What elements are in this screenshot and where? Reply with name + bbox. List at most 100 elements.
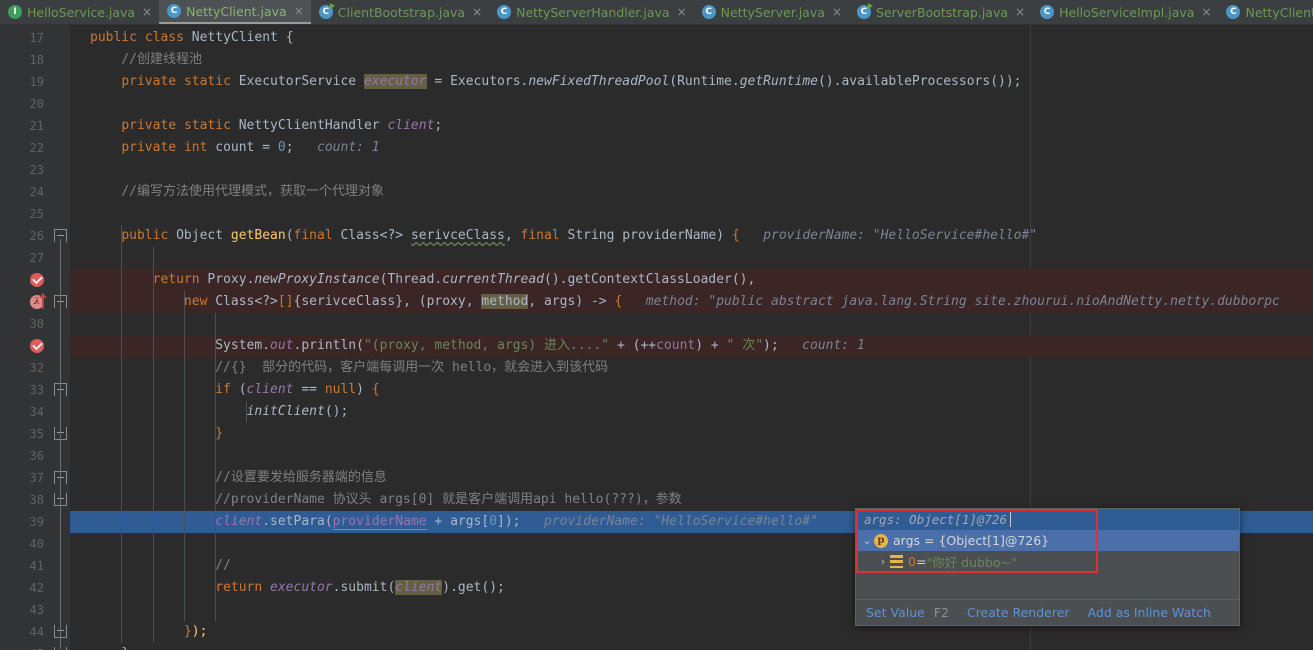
code-line-text: private static NettyClientHandler client… [121,118,443,133]
popup-expression-text: args: Object[1]@726 [864,512,1007,527]
line-number: 25 [29,207,44,221]
line-number: 33 [29,383,44,397]
tab-label: NettyServerHandler.java [516,4,670,20]
fold-connector-line [60,239,61,649]
editor-tab-nettyserverhandler[interactable]: C NettyServerHandler.java × [489,0,694,24]
code-line-text: //providerName 协议头 args[0] 就是客户端调用api he… [90,492,682,507]
line-number: 32 [29,361,44,375]
set-value-link[interactable]: Set Value [866,605,925,620]
lambda-breakpoint-icon[interactable]: λ [30,293,47,309]
gutter-row[interactable]: 24 [0,181,70,203]
expanded-twisty-icon[interactable]: ⌄ [860,534,874,547]
line-number: 17 [29,31,44,45]
code-line-text: }); [183,624,208,639]
code-line[interactable] [70,247,1313,269]
code-line[interactable]: private static ExecutorService executor … [70,71,1313,93]
popup-action-bar[interactable]: Set Value F2 Create Renderer Add as Inli… [856,599,1239,625]
code-line[interactable]: //编写方法使用代理模式，获取一个代理对象 [70,181,1313,203]
indent-guide [215,313,217,621]
variable-label: args = {Object[1]@726} [893,533,1050,548]
collapsed-twisty-icon[interactable]: › [876,555,890,568]
code-line[interactable]: //{} 部分的代码，客户端每调用一次 hello，就会进入到该代码 [70,357,1313,379]
editor-tab-nettyclient[interactable]: C NettyClient.java × [159,0,311,24]
popup-expression-header[interactable]: args: Object[1]@726 [856,509,1239,530]
indent-guide [246,401,248,423]
editor-tab-serverbootstrap[interactable]: C ServerBootstrap.java × [849,0,1032,24]
debugger-value-popup[interactable]: args: Object[1]@726 ⌄ p args = {Object[1]@… [855,508,1240,626]
line-number: 39 [29,515,44,529]
gutter-row[interactable]: 19 [0,71,70,93]
code-line[interactable]: public Object getBean(final Class<?> ser… [70,225,1313,247]
close-icon[interactable]: × [832,6,842,18]
variable-tree-row[interactable]: ⌄ p args = {Object[1]@726} [856,530,1239,551]
code-line[interactable]: //设置要发给服务器端的信息 [70,467,1313,489]
code-line[interactable]: //创建线程池 [70,49,1313,71]
gutter-row[interactable]: 20 [0,93,70,115]
create-renderer-link[interactable]: Create Renderer [967,605,1070,620]
editor-tab-helloservice[interactable]: I HelloService.java × [0,0,159,24]
code-line[interactable]: return Proxy.newProxyInstance(Thread.cur… [70,269,1313,291]
array-element-value: "你好 dubbo~" [926,555,1017,570]
code-line[interactable] [70,159,1313,181]
class-icon: C [701,5,716,19]
editor-tab-clientbootstrap[interactable]: C ClientBootstrap.java × [311,0,489,24]
code-line-text: initClient(); [246,404,349,419]
variable-tree-row[interactable]: › 0 = "你好 dubbo~" [856,551,1239,572]
code-line[interactable]: private static NettyClientHandler client… [70,115,1313,137]
close-icon[interactable]: × [294,5,304,17]
tab-label: HelloService.java [27,4,136,20]
runnable-class-icon: C [318,3,335,19]
code-line[interactable]: if (client == null) { [70,379,1313,401]
class-icon: C [497,5,512,19]
code-line-text: public class NettyClient { [90,30,294,45]
close-icon[interactable]: × [472,6,482,18]
class-icon: C [1226,5,1241,19]
runnable-class-icon: C [856,3,873,19]
editor-tab-nettyclienthandler[interactable]: CNettyClientHandler.java× [1218,0,1313,24]
code-line[interactable]: private int count = 0; count: 1 [70,137,1313,159]
array-index-label: 0 [908,554,916,569]
gutter-row[interactable]: 22 [0,137,70,159]
code-line[interactable]: System.out.println("(proxy, method, args… [70,335,1313,357]
line-number: 18 [29,53,44,67]
tab-label: NettyClientHandler.java [1245,4,1313,20]
close-icon[interactable]: × [142,6,152,18]
editor-gutter[interactable]: 17181920212223242526272829λ3031323334353… [0,25,70,650]
line-number: 26 [29,229,44,243]
code-line[interactable]: } [70,643,1313,650]
close-icon[interactable]: × [677,6,687,18]
gutter-row[interactable]: 23 [0,159,70,181]
gutter-row[interactable]: 17 [0,27,70,49]
editor-tab-bar: I HelloService.java × C NettyClient.java × C Cl… [0,0,1313,25]
code-line[interactable]: new Class<?>[]{serivceClass}, (proxy, me… [70,291,1313,313]
breakpoint-verified-icon[interactable] [30,339,44,353]
gutter-row[interactable]: 18 [0,49,70,71]
code-line[interactable]: public class NettyClient { [70,27,1313,49]
gutter-row[interactable]: 21 [0,115,70,137]
code-line[interactable]: initClient(); [70,401,1313,423]
line-number: 36 [29,449,44,463]
set-value-shortcut: F2 [933,605,949,620]
gutter-row[interactable]: 25 [0,203,70,225]
editor-tab-nettyserver[interactable]: C NettyServer.java × [694,0,849,24]
code-line[interactable] [70,313,1313,335]
line-number: 21 [29,119,44,133]
breakpoint-verified-icon[interactable] [30,273,44,287]
indent-guide [152,247,154,643]
line-number: 37 [29,471,44,485]
line-number: 34 [29,405,44,419]
line-number: 20 [29,97,44,111]
set-value-group[interactable]: Set Value F2 [866,605,949,620]
close-icon[interactable]: × [1015,6,1025,18]
add-inline-watch-link[interactable]: Add as Inline Watch [1088,605,1211,620]
code-line[interactable] [70,203,1313,225]
tab-label: ServerBootstrap.java [875,4,1009,20]
code-line[interactable] [70,445,1313,467]
code-line-text: //设置要发给服务器端的信息 [90,470,387,485]
editor-tab-helloserviceimpl[interactable]: C HelloServiceImpl.java × [1032,0,1218,24]
code-line-text: client.setPara(providerName + args[0]); … [215,514,818,530]
code-line[interactable] [70,93,1313,115]
code-line[interactable]: } [70,423,1313,445]
close-icon[interactable]: × [1201,6,1211,18]
line-number: 27 [29,251,44,265]
